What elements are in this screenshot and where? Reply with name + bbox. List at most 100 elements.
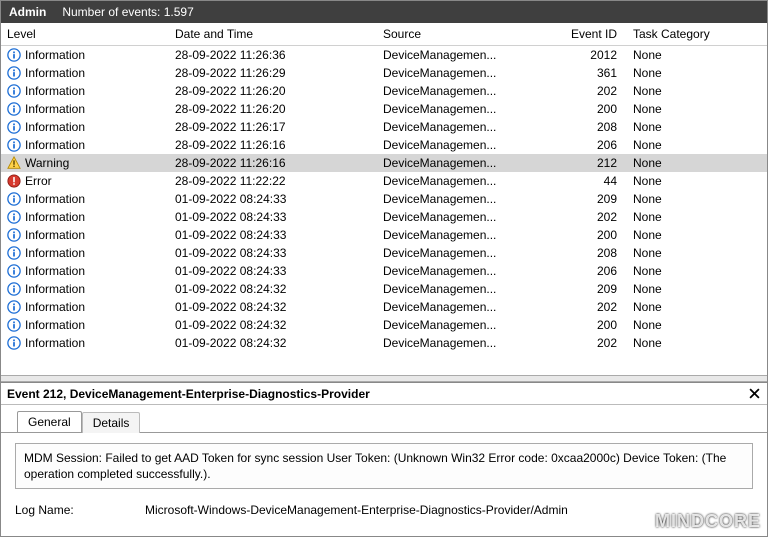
- cell-task: None: [627, 100, 767, 118]
- cell-datetime: 28-09-2022 11:26:20: [169, 100, 377, 118]
- events-scroll[interactable]: Level Date and Time Source Event ID Task…: [1, 23, 767, 375]
- cell-source: DeviceManagemen...: [377, 100, 557, 118]
- cell-eventid: 202: [557, 334, 627, 352]
- info-icon: [7, 84, 21, 98]
- cell-task: None: [627, 244, 767, 262]
- log-name-label: Log Name:: [15, 503, 125, 517]
- splitter[interactable]: [1, 375, 767, 382]
- cell-datetime: 01-09-2022 08:24:32: [169, 280, 377, 298]
- table-header-row: Level Date and Time Source Event ID Task…: [1, 23, 767, 46]
- warning-icon: [7, 156, 21, 170]
- log-name-row: Log Name: Microsoft-Windows-DeviceManage…: [15, 503, 753, 517]
- table-row[interactable]: Warning28-09-2022 11:26:16DeviceManageme…: [1, 154, 767, 172]
- table-row[interactable]: Information01-09-2022 08:24:32DeviceMana…: [1, 280, 767, 298]
- table-row[interactable]: Information28-09-2022 11:26:20DeviceMana…: [1, 82, 767, 100]
- cell-level: Information: [1, 226, 169, 244]
- info-icon: [7, 228, 21, 242]
- cell-level: Information: [1, 244, 169, 262]
- cell-eventid: 200: [557, 100, 627, 118]
- detail-tabs: General Details: [1, 405, 767, 432]
- close-icon[interactable]: [747, 387, 761, 401]
- error-icon: [7, 174, 21, 188]
- cell-source: DeviceManagemen...: [377, 298, 557, 316]
- level-text: Information: [25, 336, 85, 350]
- cell-task: None: [627, 298, 767, 316]
- events-pane: Level Date and Time Source Event ID Task…: [1, 23, 767, 375]
- log-name-value: Microsoft-Windows-DeviceManagement-Enter…: [145, 503, 568, 517]
- cell-datetime: 28-09-2022 11:26:36: [169, 46, 377, 64]
- cell-eventid: 200: [557, 226, 627, 244]
- col-datetime[interactable]: Date and Time: [169, 23, 377, 46]
- info-icon: [7, 66, 21, 80]
- table-row[interactable]: Information01-09-2022 08:24:33DeviceMana…: [1, 262, 767, 280]
- info-icon: [7, 300, 21, 314]
- table-row[interactable]: Information01-09-2022 08:24:32DeviceMana…: [1, 316, 767, 334]
- cell-eventid: 208: [557, 118, 627, 136]
- cell-source: DeviceManagemen...: [377, 280, 557, 298]
- cell-task: None: [627, 64, 767, 82]
- cell-source: DeviceManagemen...: [377, 244, 557, 262]
- cell-eventid: 206: [557, 262, 627, 280]
- cell-level: Information: [1, 64, 169, 82]
- cell-task: None: [627, 316, 767, 334]
- table-row[interactable]: Information01-09-2022 08:24:33DeviceMana…: [1, 190, 767, 208]
- cell-eventid: 209: [557, 190, 627, 208]
- cell-eventid: 206: [557, 136, 627, 154]
- cell-source: DeviceManagemen...: [377, 46, 557, 64]
- cell-datetime: 28-09-2022 11:22:22: [169, 172, 377, 190]
- cell-datetime: 28-09-2022 11:26:20: [169, 82, 377, 100]
- cell-task: None: [627, 226, 767, 244]
- cell-datetime: 28-09-2022 11:26:17: [169, 118, 377, 136]
- cell-datetime: 28-09-2022 11:26:16: [169, 154, 377, 172]
- col-eventid[interactable]: Event ID: [557, 23, 627, 46]
- cell-level: Warning: [1, 154, 169, 172]
- table-row[interactable]: Information28-09-2022 11:26:29DeviceMana…: [1, 64, 767, 82]
- pane-title: Admin: [9, 5, 46, 19]
- table-row[interactable]: Information01-09-2022 08:24:32DeviceMana…: [1, 334, 767, 352]
- col-source[interactable]: Source: [377, 23, 557, 46]
- info-icon: [7, 264, 21, 278]
- table-row[interactable]: Information01-09-2022 08:24:33DeviceMana…: [1, 244, 767, 262]
- tab-general-body: MDM Session: Failed to get AAD Token for…: [1, 432, 767, 527]
- cell-source: DeviceManagemen...: [377, 190, 557, 208]
- table-row[interactable]: Information 28-09-2022 11:26:36DeviceMana…: [1, 46, 767, 64]
- level-text: Information: [25, 48, 85, 62]
- table-row[interactable]: Information01-09-2022 08:24:33DeviceMana…: [1, 208, 767, 226]
- cell-eventid: 202: [557, 298, 627, 316]
- cell-datetime: 01-09-2022 08:24:33: [169, 262, 377, 280]
- events-table: Level Date and Time Source Event ID Task…: [1, 23, 767, 352]
- tab-details[interactable]: Details: [82, 412, 141, 433]
- table-row[interactable]: Information01-09-2022 08:24:32DeviceMana…: [1, 298, 767, 316]
- cell-source: DeviceManagemen...: [377, 154, 557, 172]
- cell-source: DeviceManagemen...: [377, 262, 557, 280]
- table-row[interactable]: Error28-09-2022 11:22:22DeviceManagemen.…: [1, 172, 767, 190]
- cell-source: DeviceManagemen...: [377, 118, 557, 136]
- level-text: Information: [25, 66, 85, 80]
- cell-datetime: 01-09-2022 08:24:32: [169, 316, 377, 334]
- cell-task: None: [627, 172, 767, 190]
- cell-level: Information: [1, 82, 169, 100]
- info-icon: [7, 48, 21, 62]
- cell-datetime: 01-09-2022 08:24:33: [169, 226, 377, 244]
- table-row[interactable]: Information28-09-2022 11:26:17DeviceMana…: [1, 118, 767, 136]
- level-text: Information: [25, 246, 85, 260]
- cell-eventid: 208: [557, 244, 627, 262]
- cell-source: DeviceManagemen...: [377, 208, 557, 226]
- cell-level: Information: [1, 100, 169, 118]
- cell-datetime: 28-09-2022 11:26:16: [169, 136, 377, 154]
- event-message: MDM Session: Failed to get AAD Token for…: [15, 443, 753, 489]
- level-text: Information: [25, 318, 85, 332]
- cell-source: DeviceManagemen...: [377, 172, 557, 190]
- cell-level: Information: [1, 316, 169, 334]
- table-row[interactable]: Information28-09-2022 11:26:16DeviceMana…: [1, 136, 767, 154]
- level-text: Information: [25, 210, 85, 224]
- table-row[interactable]: Information28-09-2022 11:26:20DeviceMana…: [1, 100, 767, 118]
- col-level[interactable]: Level: [1, 23, 169, 46]
- col-task[interactable]: Task Category: [627, 23, 767, 46]
- cell-task: None: [627, 118, 767, 136]
- cell-level: Information: [1, 118, 169, 136]
- info-icon: [7, 246, 21, 260]
- tab-general[interactable]: General: [17, 411, 82, 432]
- table-row[interactable]: Information01-09-2022 08:24:33DeviceMana…: [1, 226, 767, 244]
- info-icon: [7, 336, 21, 350]
